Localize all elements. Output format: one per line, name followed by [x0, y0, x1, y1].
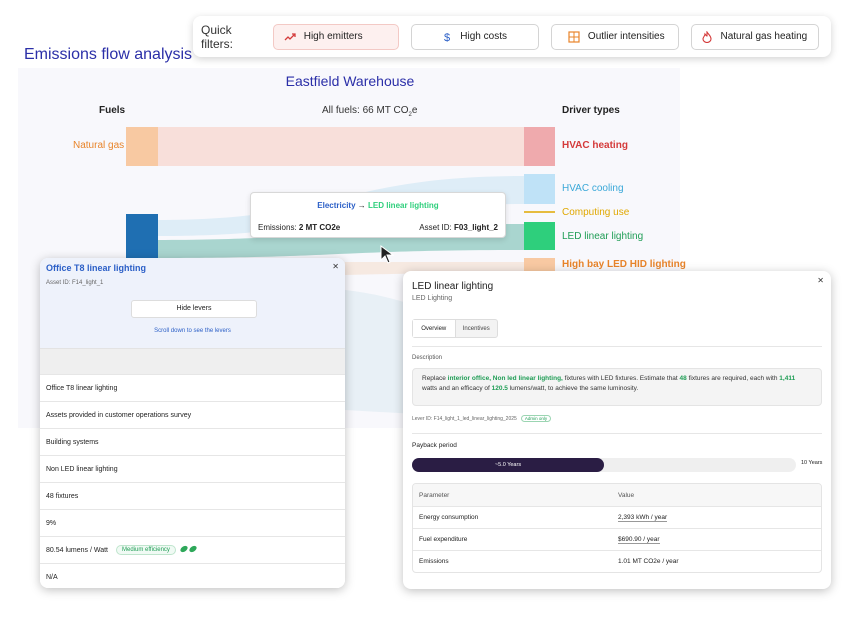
asset-id: Asset ID: F14_light_1 [46, 280, 104, 286]
divider [412, 346, 822, 347]
list-item: 48 fixtures [40, 482, 345, 509]
node-hvac-heating [524, 127, 555, 166]
lever-tabs: Overview Incentives [412, 319, 498, 338]
fuel-label-natural-gas[interactable]: Natural gas [73, 140, 124, 151]
leaf-icon [180, 545, 198, 555]
parameter-table: Parameter Value Energy consumption 2,393… [412, 483, 822, 573]
lever-title: LED linear lighting [412, 281, 494, 292]
divider [412, 433, 822, 434]
driver-label-hvac-cooling[interactable]: HVAC cooling [562, 183, 624, 194]
filter-natural-gas-heating-button[interactable]: Natural gas heating [691, 23, 820, 50]
tooltip-heading: Electricity → LED linear lighting [317, 201, 439, 210]
close-icon[interactable]: ✕ [817, 276, 824, 285]
mouse-cursor-icon [380, 245, 395, 264]
tooltip-asset-id: Asset ID: F03_light_2 [419, 223, 498, 232]
column-header: Parameter [419, 491, 450, 499]
column-header: Value [618, 491, 635, 499]
node-electricity [126, 214, 158, 262]
node-hvac-cooling [524, 174, 555, 204]
efficacy-value: 80.54 lumens / Watt [46, 546, 108, 554]
description-text: Replace interior office, Non led linear … [412, 368, 822, 406]
node-natural-gas [126, 127, 158, 166]
node-high-bay-hid [524, 258, 555, 271]
flow-tooltip: Electricity → LED linear lighting Emissi… [250, 192, 506, 238]
table-row: Energy consumption 2,393 kWh / year [413, 506, 821, 528]
payback-progress-fill: ~5.0 Years [412, 458, 604, 472]
scroll-hint-link[interactable]: Scroll down to see the levers [40, 328, 345, 334]
list-item: Office T8 linear lighting [40, 374, 345, 401]
table-row: Emissions 1.01 MT CO2e / year [413, 550, 821, 572]
flame-icon [702, 30, 713, 43]
section-divider [40, 348, 345, 374]
tab-incentives[interactable]: Incentives [456, 320, 498, 337]
table-header-row: Parameter Value [413, 484, 821, 506]
asset-panel-title: Office T8 linear lighting [46, 263, 147, 273]
filter-label: Natural gas heating [720, 31, 808, 42]
efficiency-badge: Medium efficiency [116, 545, 176, 555]
lever-id: Lever ID: F14_light_1_led_linear_lightin… [412, 415, 552, 422]
table-row: Fuel expenditure $690.90 / year [413, 528, 821, 550]
flow-natural-gas-hvac-heating [158, 127, 524, 166]
lever-detail-panel: ✕ LED linear lighting LED Lighting Overv… [403, 271, 831, 589]
list-item: Assets provided in customer operations s… [40, 401, 345, 428]
list-item: 80.54 lumens / Watt Medium efficiency [40, 536, 345, 563]
node-led-linear-lighting [524, 222, 555, 250]
admin-only-badge: Admin only [520, 415, 552, 422]
lever-subtitle: LED Lighting [412, 295, 453, 302]
list-item: 9% [40, 509, 345, 536]
driver-label-high-bay-led[interactable]: High bay LED HID lighting [562, 259, 686, 270]
driver-label-computing-use[interactable]: Computing use [562, 207, 629, 218]
close-icon[interactable]: ✕ [332, 262, 339, 271]
tab-overview[interactable]: Overview [413, 320, 456, 337]
driver-label-hvac-heating[interactable]: HVAC heating [562, 140, 628, 151]
tooltip-emissions: Emissions: 2 MT CO2e [258, 223, 341, 232]
list-item: N/A [40, 563, 345, 588]
description-label: Description [412, 355, 443, 361]
list-item: Building systems [40, 428, 345, 455]
driver-label-led-linear-lighting[interactable]: LED linear lighting [562, 231, 643, 242]
list-item: Non LED linear lighting [40, 455, 345, 482]
hide-levers-button[interactable]: Hide levers [131, 300, 257, 318]
payback-progress-track: ~5.0 Years [412, 458, 796, 472]
payback-max-label: 10 Years [801, 460, 823, 466]
payback-label: Payback period [412, 442, 457, 449]
asset-detail-panel: Office T8 linear lighting Asset ID: F14_… [40, 258, 345, 588]
